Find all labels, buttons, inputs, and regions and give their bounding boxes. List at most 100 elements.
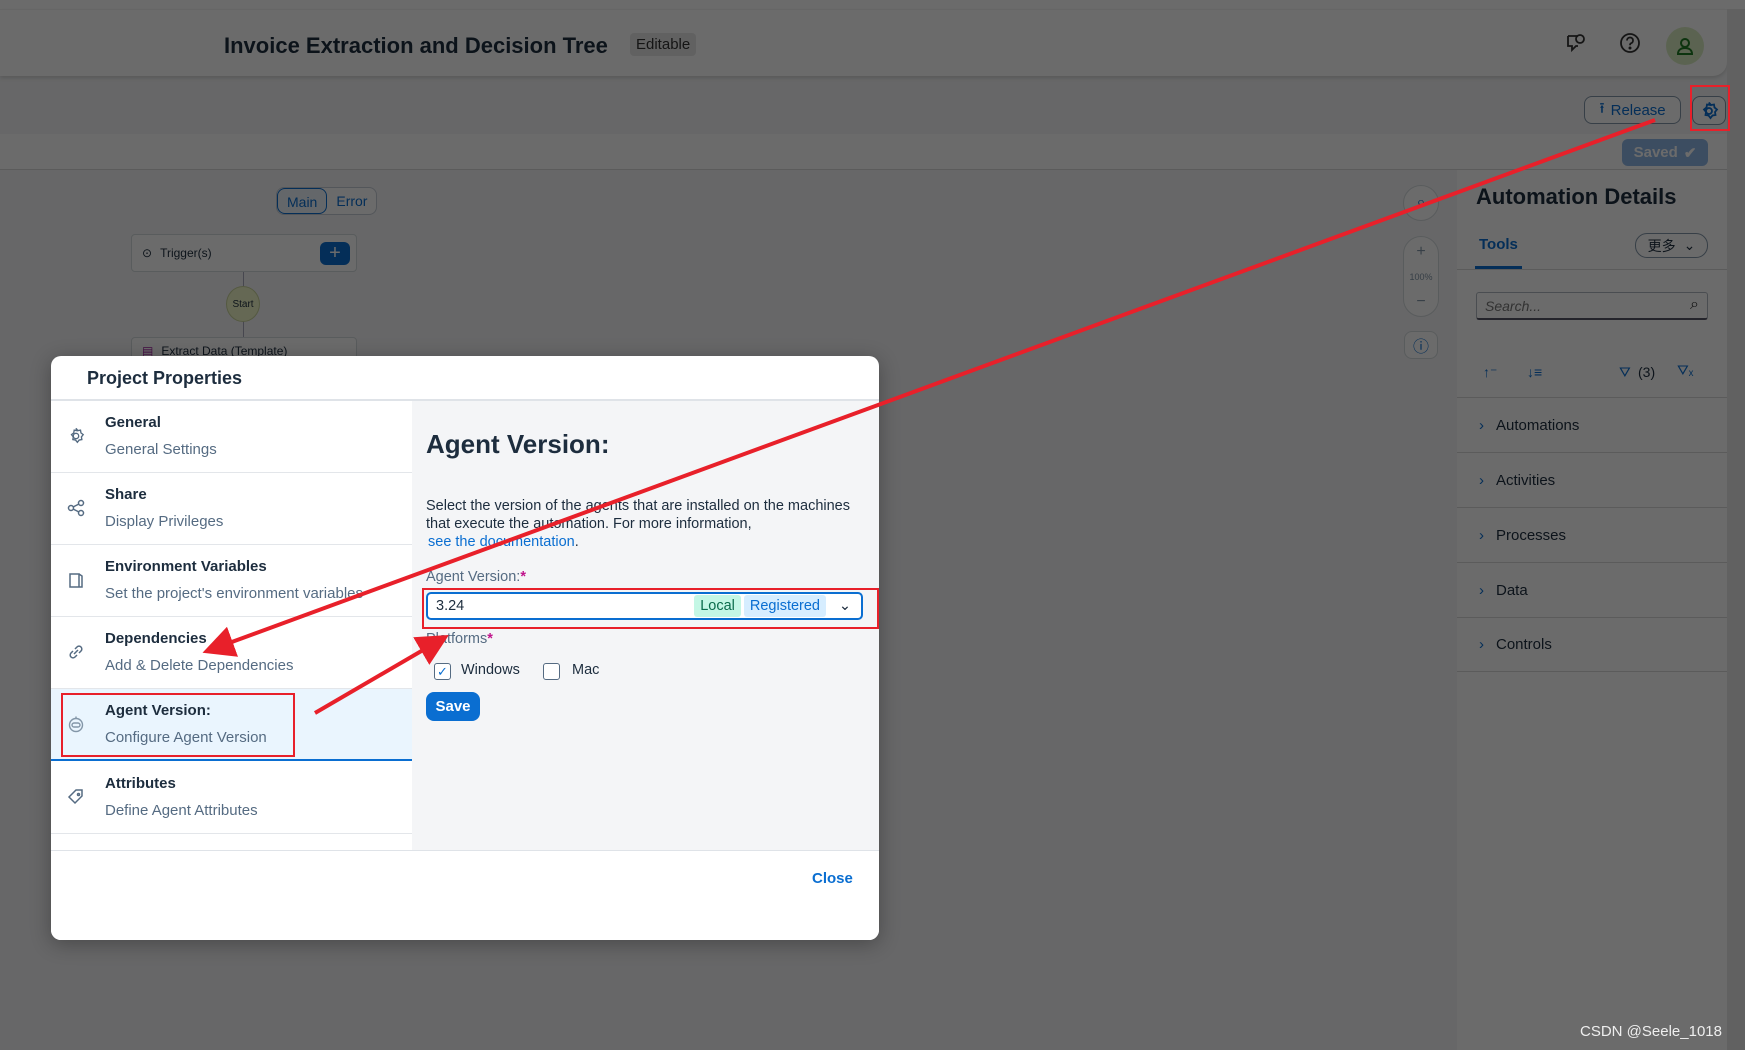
windows-label: Windows	[461, 662, 520, 678]
nav-item-attributes[interactable]: Attributes Define Agent Attributes	[51, 762, 412, 834]
more-dropdown[interactable]: 更多 ⌄	[1635, 233, 1708, 258]
sort-ascending-icon[interactable]: ↑⁻	[1483, 364, 1497, 381]
upload-icon: ⭱	[1599, 99, 1605, 117]
selected-version: 3.24	[436, 598, 465, 614]
list-item-controls[interactable]: › Controls	[1457, 617, 1727, 672]
local-tag: Local	[694, 595, 741, 617]
page-title: Invoice Extraction and Decision Tree	[224, 33, 608, 58]
chevron-down-icon[interactable]: ⌄	[829, 598, 861, 614]
start-node: Start	[226, 286, 260, 322]
item-label: Data	[1496, 581, 1528, 599]
item-label: Processes	[1496, 526, 1567, 544]
user-avatar-icon[interactable]	[1666, 27, 1704, 65]
sort-filter-bar: ↑⁻ ↓≡ ⛛ (3) ⛛ₓ	[1457, 360, 1727, 390]
canvas-search-button[interactable]: ⌕	[1403, 185, 1439, 221]
search-input[interactable]: Search... ⌕	[1476, 292, 1708, 320]
nav-item-general[interactable]: General General Settings	[51, 401, 412, 473]
windows-checkbox[interactable]: ✓	[434, 663, 451, 680]
zoom-level[interactable]: 100%	[1409, 272, 1432, 282]
zoom-in-button[interactable]: +	[1416, 243, 1425, 261]
required-mark: *	[520, 569, 526, 585]
chevron-circle-icon: ⊙	[142, 246, 153, 260]
clear-filter-icon[interactable]: ⛛ₓ	[1677, 362, 1693, 379]
search-icon: ⌕	[1690, 296, 1699, 313]
agent-version-select[interactable]: 3.24 Local Registered ⌄	[426, 592, 863, 620]
watermark: CSDN @Seele_1018	[1580, 1023, 1722, 1040]
list-item-automations[interactable]: › Automations	[1457, 397, 1727, 452]
add-trigger-button[interactable]: +	[320, 242, 350, 265]
release-button[interactable]: ⭱ Release	[1584, 96, 1681, 124]
chevron-right-icon: ›	[1479, 471, 1484, 489]
section-title: Agent Version:	[426, 429, 610, 459]
nav-subtitle: Define Agent Attributes	[105, 802, 258, 819]
tab-main[interactable]: Main	[277, 188, 328, 214]
settings-button[interactable]	[1692, 96, 1726, 125]
trigger-label: Trigger(s)	[160, 246, 212, 260]
agent-version-label: Agent Version:*	[426, 569, 526, 585]
app-header: Invoice Extraction and Decision Tree Edi…	[0, 10, 1727, 76]
nav-title: General	[105, 414, 161, 431]
nav-item-agent-version[interactable]: Agent Version: Configure Agent Version	[51, 689, 412, 761]
nav-title: Agent Version:	[105, 702, 211, 719]
dialog-title: Project Properties	[87, 368, 243, 388]
help-icon[interactable]	[1615, 28, 1645, 58]
agent-version-panel: Agent Version: Select the version of the…	[412, 401, 879, 850]
tab-error[interactable]: Error	[327, 188, 376, 214]
chevron-right-icon: ›	[1479, 526, 1484, 544]
save-button[interactable]: Save	[426, 692, 480, 721]
info-icon: ⓘ	[1412, 339, 1429, 356]
saved-status: Saved ✔	[1622, 139, 1708, 166]
gear-icon	[1702, 101, 1719, 119]
saved-label: Saved	[1633, 144, 1678, 161]
feedback-icon[interactable]	[1561, 28, 1591, 58]
chevron-right-icon: ›	[1479, 636, 1484, 653]
description: Select the version of the agents that ar…	[426, 497, 866, 551]
list-item-activities[interactable]: › Activities	[1457, 452, 1727, 507]
label-text: Agent Version:	[426, 569, 521, 585]
zoom-controls: + 100% −	[1403, 236, 1439, 317]
mac-label: Mac	[572, 662, 600, 678]
trigger-node[interactable]: ⊙ Trigger(s) +	[131, 234, 357, 272]
mac-checkbox[interactable]	[543, 663, 560, 680]
description-text: Select the version of the agents that ar…	[426, 498, 850, 532]
item-label: Activities	[1496, 471, 1556, 489]
link-suffix: .	[574, 534, 579, 550]
tag-icon	[65, 786, 87, 808]
automation-details-panel: Automation Details Tools 更多 ⌄ Search... ⌕ …	[1457, 170, 1727, 1050]
robot-icon	[65, 713, 87, 735]
nav-item-share[interactable]: Share Display Privileges	[51, 473, 412, 545]
more-label: 更多	[1647, 237, 1676, 254]
panel-title: Automation Details	[1476, 184, 1677, 209]
nav-title: Attributes	[105, 775, 176, 792]
info-button[interactable]: ⓘ	[1404, 331, 1438, 359]
check-circle-icon: ✔	[1683, 144, 1697, 162]
registered-tag: Registered	[743, 595, 826, 617]
dialog-footer: Close	[51, 850, 879, 940]
status-bar	[0, 134, 1727, 170]
list-item-data[interactable]: › Data	[1457, 562, 1727, 617]
search-placeholder: Search...	[1485, 298, 1542, 314]
list-item-processes[interactable]: › Processes	[1457, 507, 1727, 562]
chevron-down-icon: ⌄	[1683, 237, 1696, 253]
project-properties-dialog: Project Properties General General Setti…	[51, 356, 879, 940]
documentation-link[interactable]: see the documentation	[428, 534, 575, 550]
zoom-out-button[interactable]: −	[1416, 293, 1425, 311]
tab-tools[interactable]: Tools	[1479, 236, 1518, 253]
filter-icon[interactable]: ⛛	[1619, 364, 1631, 381]
nav-subtitle: Set the project's environment variables	[105, 585, 363, 602]
top-strip	[0, 0, 1745, 9]
label-text: Platforms	[426, 631, 488, 647]
required-mark: *	[487, 631, 493, 647]
close-button[interactable]: Close	[812, 870, 853, 887]
nav-title: Dependencies	[105, 630, 207, 647]
nav-subtitle: Configure Agent Version	[105, 729, 267, 746]
filter-count: (3)	[1638, 364, 1656, 380]
nav-item-dependencies[interactable]: Dependencies Add & Delete Dependencies	[51, 617, 412, 689]
properties-nav: General General Settings Share Display P…	[51, 401, 412, 850]
share-icon	[65, 497, 87, 519]
nav-item-environment-variables[interactable]: Environment Variables Set the project's …	[51, 545, 412, 617]
chevron-right-icon: ›	[1479, 581, 1484, 599]
item-label: Automations	[1496, 416, 1580, 434]
nav-subtitle: Add & Delete Dependencies	[105, 657, 294, 674]
sort-list-icon[interactable]: ↓≡	[1527, 364, 1542, 380]
